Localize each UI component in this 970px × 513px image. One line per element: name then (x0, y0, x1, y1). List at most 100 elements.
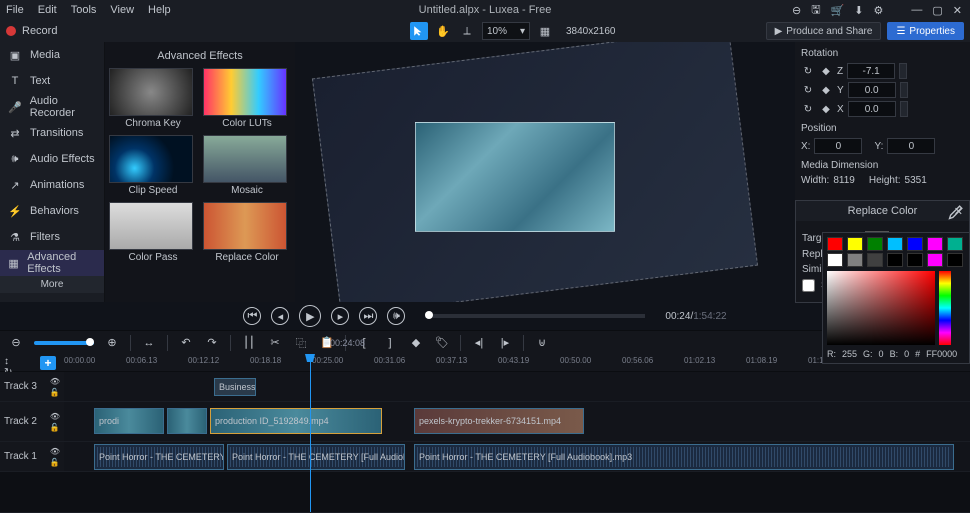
color-preset[interactable] (827, 237, 843, 251)
redo-icon[interactable]: ↷ (204, 335, 220, 351)
sidebar-item-behaviors[interactable]: ⚡Behaviors (0, 198, 104, 224)
fx-color-luts[interactable]: Color LUTs (203, 68, 291, 129)
color-gradient-picker[interactable] (827, 271, 935, 345)
track-visible-icon[interactable]: 👁 (50, 412, 60, 421)
record-button[interactable]: Record (6, 25, 57, 37)
zoom-out-icon[interactable]: ⊖ (8, 335, 24, 351)
menu-tools[interactable]: Tools (71, 4, 97, 16)
pointer-tool[interactable] (410, 22, 428, 40)
color-preset[interactable] (907, 237, 923, 251)
rotate-y-icon[interactable]: ↻ (801, 85, 815, 96)
step-back-button[interactable]: ◂ (271, 307, 289, 325)
cut-icon[interactable]: ✂ (267, 335, 283, 351)
color-preset[interactable] (927, 253, 943, 267)
color-preset[interactable] (827, 253, 843, 267)
menu-view[interactable]: View (110, 4, 134, 16)
playhead[interactable] (310, 354, 311, 512)
volume-button[interactable]: 🕪 (387, 307, 405, 325)
color-preset[interactable] (847, 253, 863, 267)
cart-icon[interactable]: 🛒 (831, 4, 845, 17)
download-icon[interactable]: ⬇ (854, 4, 863, 17)
copy-icon[interactable]: ⿻ (293, 335, 309, 351)
clip-audio-2[interactable]: Point Horror - THE CEMETERY [Full Audiob… (227, 444, 405, 470)
media-preview-image[interactable] (415, 122, 615, 232)
hue-slider[interactable] (939, 271, 951, 345)
sidebar-item-filters[interactable]: ⚗Filters (0, 224, 104, 250)
clip-video-1[interactable]: prodi (94, 408, 164, 434)
split-icon[interactable]: ⎮⎮ (241, 335, 257, 351)
gear-icon[interactable]: ⚙ (874, 4, 884, 17)
eyedropper-icon[interactable] (945, 205, 963, 226)
clip-video-2[interactable] (167, 408, 207, 434)
color-preset[interactable] (847, 237, 863, 251)
color-preset[interactable] (887, 253, 903, 267)
fx-mosaic[interactable]: Mosaic (203, 135, 291, 196)
rotation-y-input[interactable] (848, 82, 896, 98)
rotate-x-icon[interactable]: ↻ (801, 104, 815, 115)
play-button[interactable]: ▶ (299, 305, 321, 327)
crop-tool[interactable]: ⟂ (458, 22, 476, 40)
close-icon[interactable]: ✕ (953, 4, 962, 17)
timeline-zoom-slider[interactable] (34, 341, 94, 345)
mark-out-icon[interactable]: ] (382, 335, 398, 351)
next-kf-icon[interactable]: |▸ (497, 335, 513, 351)
fx-replace-color[interactable]: Replace Color (203, 202, 291, 263)
color-preset[interactable] (947, 253, 963, 267)
track-visible-icon[interactable]: 👁 (50, 447, 60, 456)
track-lock-icon[interactable]: 🔓 (50, 458, 60, 467)
magnet-icon[interactable]: ⊎ (534, 335, 550, 351)
zoom-dropdown[interactable]: 10%▾ (482, 22, 530, 40)
rotate-z-icon[interactable]: ↻ (801, 66, 815, 77)
sidebar-item-media[interactable]: ▣Media (0, 42, 104, 68)
fx-color-pass[interactable]: Color Pass (109, 202, 197, 263)
prev-kf-icon[interactable]: ◂| (471, 335, 487, 351)
rot-y-spinner[interactable] (900, 82, 908, 98)
sidebar-item-audio-effects[interactable]: 🕪Audio Effects (0, 146, 104, 172)
track-visible-icon[interactable]: 👁 (50, 377, 60, 386)
minimize-icon[interactable]: — (911, 4, 922, 16)
zoom-in-icon[interactable]: ⊕ (104, 335, 120, 351)
sidebar-item-advanced-effects[interactable]: ▦Advanced Effects (0, 250, 104, 276)
maximize-icon[interactable]: ▢ (932, 4, 942, 17)
keyframe-z-icon[interactable]: ◆ (819, 66, 833, 77)
sidebar-item-audio-recorder[interactable]: 🎤Audio Recorder (0, 94, 104, 120)
keyframe-x-icon[interactable]: ◆ (819, 104, 833, 115)
clip-audio-1[interactable]: Point Horror - THE CEMETERY [Full Audiob… (94, 444, 224, 470)
add-track-button[interactable]: + (40, 356, 56, 370)
sidebar-more-button[interactable]: More (0, 276, 104, 293)
clip-audio-3[interactable]: Point Horror - THE CEMETERY [Full Audiob… (414, 444, 954, 470)
save-icon[interactable]: 🖫 (811, 1, 820, 20)
goto-start-button[interactable]: ⏮ (243, 307, 261, 325)
color-preset[interactable] (867, 237, 883, 251)
produce-share-button[interactable]: ▶ Produce and Share (766, 22, 882, 40)
color-preset[interactable] (887, 237, 903, 251)
color-preset[interactable] (947, 237, 963, 251)
playback-progress[interactable] (425, 314, 645, 318)
fx-chroma-key[interactable]: Chroma Key (109, 68, 197, 129)
position-y-input[interactable] (887, 138, 935, 154)
track-lock-icon[interactable]: 🔓 (50, 388, 60, 397)
properties-button[interactable]: ☰ Properties (887, 22, 964, 40)
marker-icon[interactable]: ◆ (408, 335, 424, 351)
menu-file[interactable]: File (6, 4, 24, 16)
fit-screen-icon[interactable]: ▦ (536, 22, 554, 40)
rot-x-spinner[interactable] (900, 101, 908, 117)
sidebar-item-text[interactable]: TText (0, 68, 104, 94)
color-preset[interactable] (867, 253, 883, 267)
step-forward-button[interactable]: ▸ (331, 307, 349, 325)
hand-tool[interactable]: ✋ (434, 22, 452, 40)
color-preset[interactable] (927, 237, 943, 251)
rotation-x-input[interactable] (848, 101, 896, 117)
fit-timeline-icon[interactable]: ↔ (141, 335, 157, 351)
menu-help[interactable]: Help (148, 4, 171, 16)
goto-end-button[interactable]: ⏭ (359, 307, 377, 325)
clip-production-selected[interactable]: production ID_5192849.mp4 (210, 408, 382, 434)
solid-checkbox[interactable] (802, 279, 815, 292)
clip-krypto[interactable]: pexels-krypto-trekker-6734151.mp4 (414, 408, 584, 434)
clip-business[interactable]: Business (214, 378, 256, 396)
position-x-input[interactable] (814, 138, 862, 154)
rot-z-spinner[interactable] (899, 63, 907, 79)
menu-edit[interactable]: Edit (38, 4, 57, 16)
sidebar-item-animations[interactable]: ↗Animations (0, 172, 104, 198)
preview-canvas[interactable] (295, 42, 795, 302)
